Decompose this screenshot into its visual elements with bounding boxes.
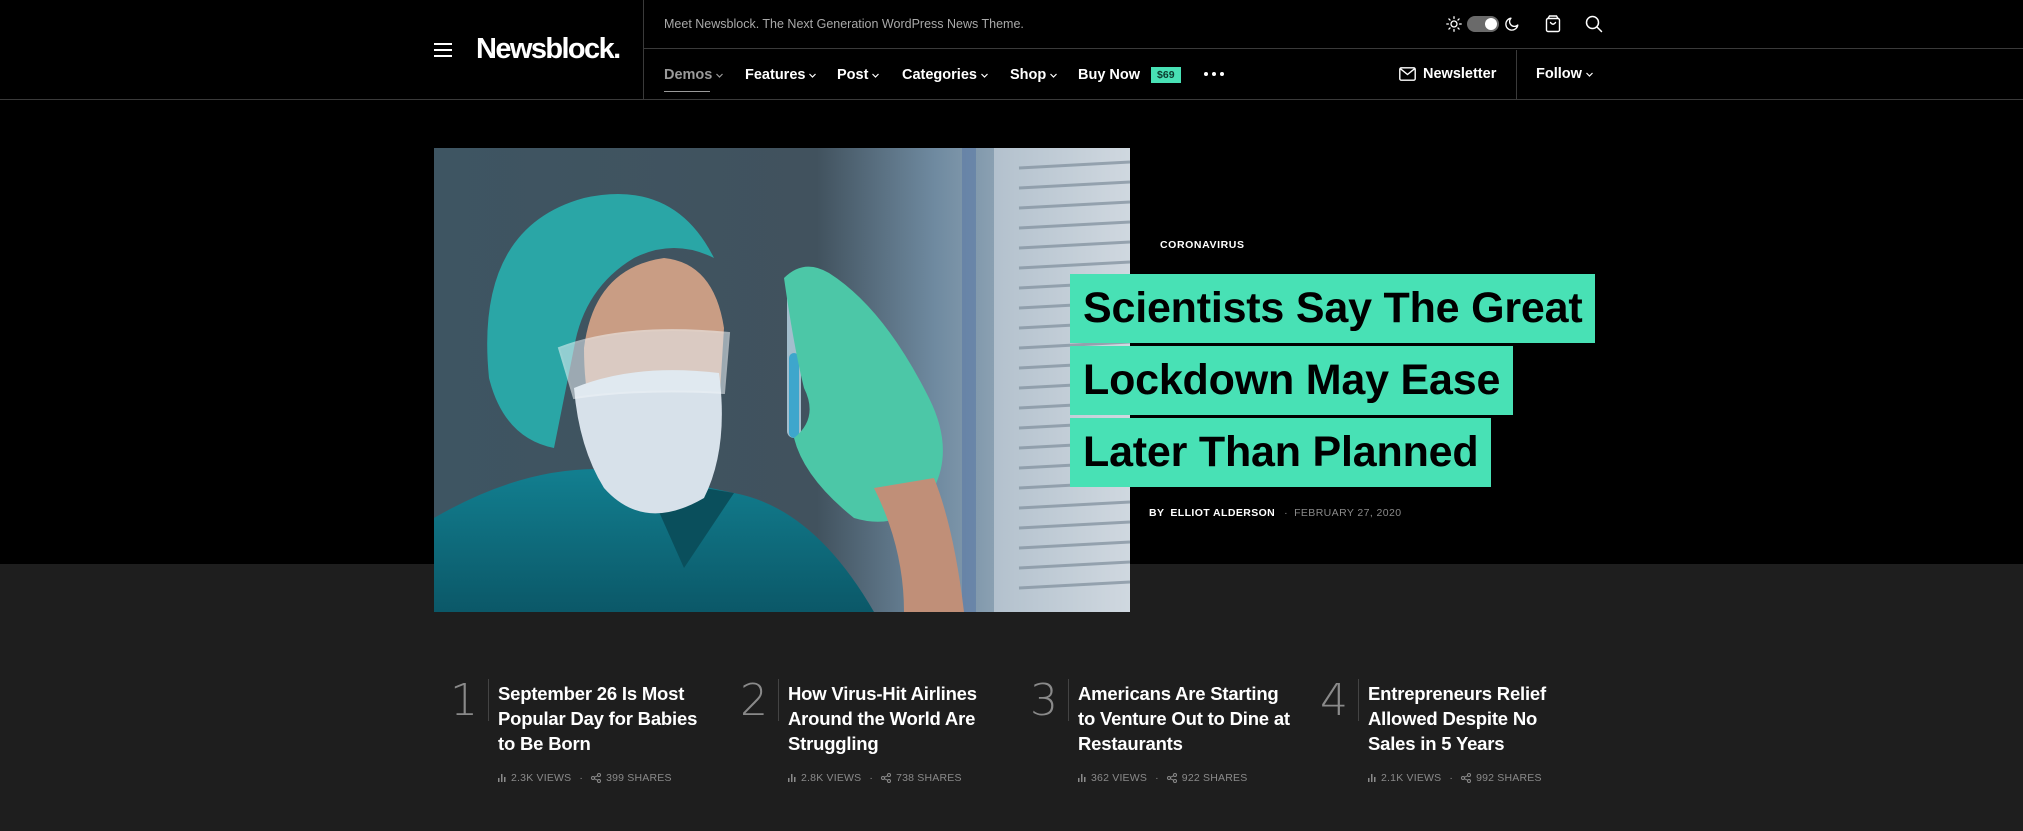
chevron-down-icon — [716, 73, 724, 78]
nav-categories[interactable]: Categories — [902, 66, 988, 84]
views-icon — [1368, 774, 1376, 782]
newsletter-label: Newsletter — [1423, 66, 1497, 82]
views-count: 2.8K VIEWS — [801, 772, 862, 784]
nav-label: Demos — [664, 67, 713, 83]
header-tools — [1446, 13, 1603, 35]
nav-label: Categories — [902, 67, 977, 83]
menu-icon[interactable] — [434, 42, 452, 57]
separator: · — [869, 772, 874, 784]
toggle-knob — [1485, 18, 1497, 30]
trending-item: 1 September 26 Is Most Popular Day for B… — [434, 677, 704, 797]
trending-item: 2 How Virus-Hit Airlines Around the Worl… — [724, 677, 994, 797]
nav-buy-now[interactable]: Buy Now $69 — [1078, 66, 1181, 84]
newsletter-button[interactable]: Newsletter — [1399, 66, 1496, 82]
hero-headline[interactable]: Scientists Say The Great Lockdown May Ea… — [1070, 274, 1596, 490]
price-badge: $69 — [1151, 67, 1181, 83]
by-label: BY — [1149, 507, 1165, 519]
top-bar: Meet Newsblock. The Next Generation Word… — [644, 0, 2023, 49]
share-icon — [1461, 773, 1472, 783]
nav-label: Shop — [1010, 67, 1047, 83]
chevron-down-icon — [872, 73, 880, 78]
author-link[interactable]: ELLIOT ALDERSON — [1170, 507, 1275, 519]
shares-count: 399 SHARES — [606, 772, 672, 784]
share-icon — [591, 773, 602, 783]
byline: BY ELLIOT ALDERSON · FEBRUARY 27, 2020 — [1149, 507, 1401, 519]
main-nav: Demos Features Post Categories Shop Buy … — [644, 50, 2023, 99]
nav-demos[interactable]: Demos — [664, 66, 724, 92]
share-icon — [881, 773, 892, 783]
trending-title[interactable]: Americans Are Starting to Venture Out to… — [1078, 681, 1293, 756]
post-meta: 2.1K VIEWS · 992 SHARES — [1368, 772, 1542, 784]
rank-number: 2 — [740, 675, 768, 726]
moon-icon[interactable] — [1505, 17, 1519, 31]
separator: · — [1155, 772, 1159, 784]
hero-image[interactable] — [434, 148, 1130, 612]
brand: Newsblock. — [434, 0, 644, 99]
category-label[interactable]: CORONAVIRUS — [1160, 239, 1245, 251]
chevron-down-icon — [1585, 72, 1593, 77]
rank-divider — [1068, 679, 1069, 721]
trending-title[interactable]: How Virus-Hit Airlines Around the World … — [788, 681, 1003, 756]
shares-count: 738 SHARES — [896, 772, 962, 784]
chevron-down-icon — [1050, 73, 1058, 78]
headline-line: Lockdown May Ease — [1070, 346, 1514, 415]
rank-divider — [1358, 679, 1359, 721]
follow-button[interactable]: Follow — [1536, 66, 1593, 82]
headline-line: Later Than Planned — [1070, 418, 1492, 487]
headline-line: Scientists Say The Great — [1070, 274, 1596, 343]
more-icon[interactable] — [1204, 72, 1224, 76]
nav-label: Features — [745, 67, 806, 83]
site-logo[interactable]: Newsblock. — [476, 33, 621, 66]
rank-number: 3 — [1030, 675, 1058, 726]
post-meta: 2.8K VIEWS · 738 SHARES — [788, 772, 962, 784]
theme-toggle[interactable] — [1467, 16, 1499, 32]
rank-divider — [488, 679, 489, 721]
search-icon[interactable] — [1585, 15, 1603, 33]
nav-label: Post — [837, 67, 869, 83]
trending-title[interactable]: September 26 Is Most Popular Day for Bab… — [498, 681, 713, 756]
post-date: FEBRUARY 27, 2020 — [1294, 507, 1402, 519]
rank-divider — [778, 679, 779, 721]
nav-divider — [1516, 50, 1517, 99]
views-count: 2.1K VIEWS — [1381, 772, 1442, 784]
trending-item: 4 Entrepreneurs Relief Allowed Despite N… — [1304, 677, 1574, 797]
sun-icon[interactable] — [1446, 16, 1462, 32]
mail-icon — [1399, 67, 1416, 81]
cart-icon[interactable] — [1545, 15, 1561, 33]
views-count: 362 VIEWS — [1091, 772, 1148, 784]
separator: · — [1449, 772, 1454, 784]
post-meta: 362 VIEWS · 922 SHARES — [1078, 772, 1247, 784]
site-header: Newsblock. Meet Newsblock. The Next Gene… — [0, 0, 2023, 100]
chevron-down-icon — [809, 73, 817, 78]
separator: · — [1284, 507, 1289, 519]
nav-post[interactable]: Post — [837, 66, 880, 84]
follow-label: Follow — [1536, 66, 1582, 82]
nav-shop[interactable]: Shop — [1010, 66, 1058, 84]
rank-number: 1 — [450, 675, 478, 726]
scientist-illustration — [434, 148, 1130, 612]
nav-label: Buy Now — [1078, 67, 1141, 83]
trending-title[interactable]: Entrepreneurs Relief Allowed Despite No … — [1368, 681, 1583, 756]
nav-features[interactable]: Features — [745, 66, 817, 84]
shares-count: 922 SHARES — [1181, 772, 1248, 784]
share-icon — [1166, 773, 1177, 783]
shares-count: 992 SHARES — [1476, 772, 1542, 784]
tagline: Meet Newsblock. The Next Generation Word… — [664, 17, 1024, 31]
trending-item: 3 Americans Are Starting to Venture Out … — [1014, 675, 1290, 797]
chevron-down-icon — [981, 73, 988, 78]
post-meta: 2.3K VIEWS · 399 SHARES — [498, 772, 672, 784]
separator: · — [579, 772, 584, 784]
views-icon — [1078, 774, 1086, 782]
views-icon — [498, 774, 506, 782]
views-count: 2.3K VIEWS — [511, 772, 572, 784]
rank-number: 4 — [1320, 675, 1348, 726]
views-icon — [788, 774, 796, 782]
